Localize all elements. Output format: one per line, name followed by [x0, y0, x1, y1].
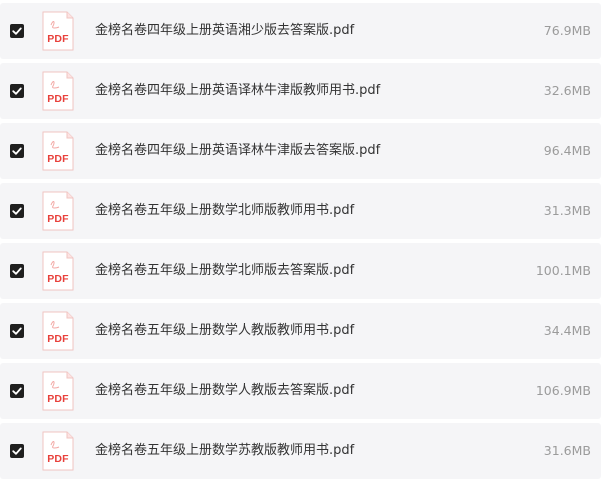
file-row[interactable]: PDF 金榜名卷四年级上册英语湘少版去答案版.pdf 76.9MB [0, 3, 601, 59]
pdf-file-icon: PDF [42, 431, 74, 471]
file-row[interactable]: PDF 金榜名卷五年级上册数学北师版教师用书.pdf 31.3MB [0, 183, 601, 239]
file-size: 32.6MB [543, 83, 591, 98]
checkbox-checked-icon[interactable] [10, 144, 24, 158]
checkbox-checked-icon[interactable] [10, 384, 24, 398]
file-name: 金榜名卷五年级上册数学北师版去答案版.pdf [95, 263, 355, 278]
file-name: 金榜名卷五年级上册数学北师版教师用书.pdf [95, 203, 355, 218]
file-name: 金榜名卷五年级上册数学人教版教师用书.pdf [95, 323, 355, 338]
pdf-badge-label: PDF [47, 93, 69, 105]
checkbox-checked-icon[interactable] [10, 84, 24, 98]
file-size: 34.4MB [543, 323, 591, 338]
pdf-badge-label: PDF [47, 273, 69, 285]
file-size: 100.1MB [535, 263, 591, 278]
pdf-badge-label: PDF [47, 453, 69, 465]
pdf-badge-label: PDF [47, 393, 69, 405]
pdf-file-icon: PDF [42, 311, 74, 351]
file-size: 31.6MB [543, 443, 591, 458]
file-name: 金榜名卷五年级上册数学苏教版教师用书.pdf [95, 443, 355, 458]
pdf-file-icon: PDF [42, 71, 74, 111]
file-size: 96.4MB [543, 143, 591, 158]
file-row[interactable]: PDF 金榜名卷五年级上册数学人教版教师用书.pdf 34.4MB [0, 303, 601, 359]
pdf-file-icon: PDF [42, 11, 74, 51]
file-row[interactable]: PDF 金榜名卷五年级上册数学苏教版教师用书.pdf 31.6MB [0, 423, 601, 479]
pdf-badge-label: PDF [47, 153, 69, 165]
checkbox-checked-icon[interactable] [10, 24, 24, 38]
checkbox-checked-icon[interactable] [10, 324, 24, 338]
pdf-badge-label: PDF [47, 33, 69, 45]
checkbox-checked-icon[interactable] [10, 204, 24, 218]
pdf-file-icon: PDF [42, 371, 74, 411]
file-name: 金榜名卷五年级上册数学人教版去答案版.pdf [95, 383, 355, 398]
file-row[interactable]: PDF 金榜名卷四年级上册英语译林牛津版去答案版.pdf 96.4MB [0, 123, 601, 179]
file-row[interactable]: PDF 金榜名卷四年级上册英语译林牛津版教师用书.pdf 32.6MB [0, 63, 601, 119]
pdf-badge-label: PDF [47, 213, 69, 225]
file-row[interactable]: PDF 金榜名卷五年级上册数学北师版去答案版.pdf 100.1MB [0, 243, 601, 299]
file-size: 106.9MB [535, 383, 591, 398]
checkbox-checked-icon[interactable] [10, 444, 24, 458]
file-size: 31.3MB [543, 203, 591, 218]
pdf-file-icon: PDF [42, 131, 74, 171]
file-row[interactable]: PDF 金榜名卷五年级上册数学人教版去答案版.pdf 106.9MB [0, 363, 601, 419]
pdf-file-icon: PDF [42, 191, 74, 231]
file-size: 76.9MB [543, 23, 591, 38]
checkbox-checked-icon[interactable] [10, 264, 24, 278]
file-list: PDF 金榜名卷四年级上册英语湘少版去答案版.pdf 76.9MB PDF 金榜… [0, 0, 602, 482]
file-name: 金榜名卷四年级上册英语译林牛津版教师用书.pdf [95, 83, 381, 98]
file-name: 金榜名卷四年级上册英语译林牛津版去答案版.pdf [95, 143, 381, 158]
pdf-badge-label: PDF [47, 333, 69, 345]
file-name: 金榜名卷四年级上册英语湘少版去答案版.pdf [95, 23, 355, 38]
pdf-file-icon: PDF [42, 251, 74, 291]
